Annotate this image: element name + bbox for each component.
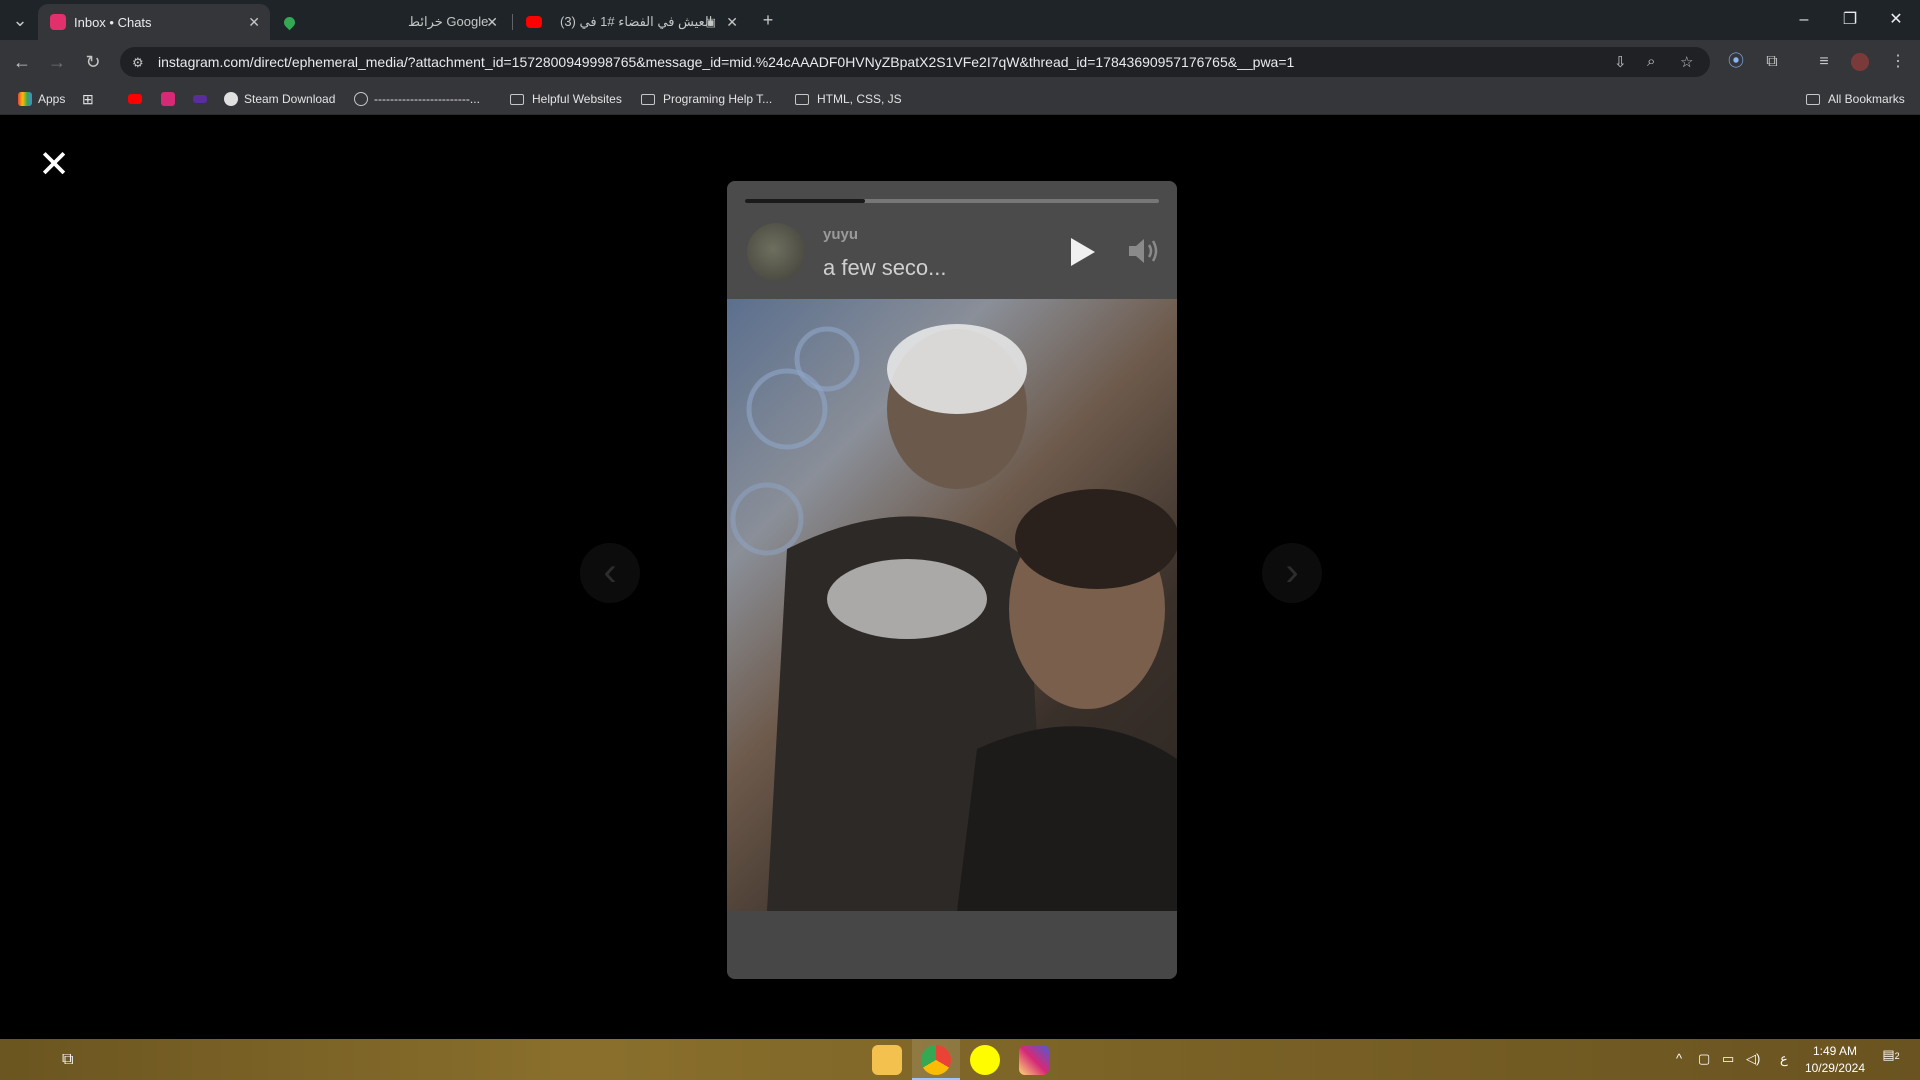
play-icon[interactable] [1071,238,1095,266]
bookmark-folder-html[interactable]: HTML, CSS, JS [795,90,902,108]
grid-icon: ⊞ [82,90,94,107]
bookmark-folder-programing[interactable]: Programing Help T... [641,90,772,108]
youtube-icon [128,94,142,104]
clock[interactable]: 1:49 AM 10/29/2024 [1805,1043,1865,1077]
tab-youtube[interactable]: (3) العيش في الفضاء #1 في ▣ ✕ [514,4,748,40]
picture-in-picture-icon: ▣ [705,16,716,29]
story-viewer: ✕ ‹ › yuyu a few seco... [0,115,1920,1039]
site-info-icon[interactable]: ⚙ [132,55,144,71]
minimize-button[interactable]: – [1792,8,1816,32]
bookmark-star-icon[interactable]: ☆ [1680,53,1693,71]
language-indicator[interactable]: ع [1780,1051,1788,1067]
notification-count: 2 [1894,1051,1900,1061]
file-explorer-icon[interactable] [872,1045,902,1075]
zoom-icon[interactable]: ⌕ [1647,53,1655,70]
bookmark-youtube[interactable] [128,90,148,108]
install-app-icon[interactable]: ⇩ [1614,53,1627,71]
web-icon [193,95,207,103]
clock-time: 1:49 AM [1812,1044,1857,1058]
bookmark-dashes[interactable]: ------------------------... [354,90,480,108]
apps-grid-icon [18,92,32,106]
volume-icon[interactable]: ◁) [1746,1051,1760,1067]
bookmark-label: HTML, CSS, JS [817,92,902,106]
tab-title: (3) العيش في الفضاء #1 في [560,14,713,29]
tab-search-button[interactable]: ⌄ [8,8,32,32]
more-menu-icon[interactable]: ⋮ [1886,50,1910,74]
reload-button[interactable]: ↻ [81,50,105,74]
story-footer [727,911,1177,979]
folder-icon [795,93,809,105]
bookmark-web[interactable] [193,90,213,108]
next-story-button[interactable]: › [1262,543,1322,603]
avatar[interactable] [747,223,805,281]
youtube-icon [526,16,542,28]
close-window-button[interactable]: ✕ [1884,8,1908,32]
maps-icon [281,14,298,30]
taskbar: ⧉ ^ ▢ ▭ ◁) ع 1:49 AM 10/29/2024 ▤2 [0,1039,1920,1080]
media-control-icon[interactable]: ≡ [1812,50,1836,74]
meet-now-icon[interactable]: ▢ [1698,1051,1710,1067]
bookmark-label: ------------------------... [374,92,480,106]
tab-title: خرائط Google [408,14,489,29]
bookmark-steam[interactable]: Steam Download [224,90,335,108]
tab-maps-pin[interactable] [272,4,312,40]
folder-icon [641,93,655,105]
clock-date: 10/29/2024 [1804,1061,1865,1075]
bookmark-instagram[interactable] [161,90,181,108]
story-photo[interactable] [727,299,1177,911]
folder-icon [1806,93,1820,105]
speaker-icon[interactable] [1125,233,1161,269]
task-view-icon[interactable]: ⧉ [62,1051,73,1069]
tab-google-maps[interactable]: خرائط Google ✕ [312,4,508,40]
tab-strip: ⌄ Inbox • Chats ✕ خرائط Google ✕ (3) الع… [0,0,1920,40]
story-photo-art [730,324,1177,911]
notification-center-icon[interactable]: ▤2 [1880,1047,1902,1069]
instagram-taskbar-icon[interactable] [1019,1045,1049,1075]
story-progress-fill [745,199,866,203]
back-button[interactable]: ← [10,50,34,74]
bookmark-folder-helpful[interactable]: Helpful Websites [510,90,622,108]
tray-expand-icon[interactable]: ^ [1676,1051,1682,1066]
browser-toolbar: ← → ↻ ⚙ instagram.com/direct/ephemeral_m… [0,40,1920,84]
bookmark-label: Programing Help T... [663,92,773,106]
bookmark-apps[interactable]: Apps [18,90,65,108]
new-tab-button[interactable]: + [756,8,780,32]
network-icon[interactable]: ▭ [1722,1051,1734,1067]
bookmark-label: Steam Download [244,92,336,106]
tab-inbox[interactable]: Inbox • Chats ✕ [38,4,270,40]
instagram-icon [50,14,66,30]
close-viewer-button[interactable]: ✕ [34,145,74,185]
story-progress-bar [745,199,1159,203]
tab-separator [512,14,513,30]
folder-icon [510,93,524,105]
globe-icon [354,92,368,106]
bookmark-label: Helpful Websites [532,92,622,106]
forward-button[interactable]: → [45,50,69,74]
tab-close-icon[interactable]: ✕ [726,14,738,31]
url-text: instagram.com/direct/ephemeral_media/?at… [158,54,1295,70]
story-username[interactable]: yuyu [823,226,858,243]
extension-active-icon[interactable]: ⦿ [1724,50,1748,74]
bookmark-label: All Bookmarks [1828,92,1905,106]
bookmark-all[interactable]: All Bookmarks [1806,90,1905,108]
extensions-puzzle-icon[interactable]: ⧉ [1760,50,1784,74]
snapchat-icon[interactable] [970,1045,1000,1075]
bookmark-label: Apps [38,92,66,106]
tab-title: Inbox • Chats [74,14,152,30]
steam-icon [224,92,238,106]
instagram-icon [161,92,175,106]
tab-close-icon[interactable]: ✕ [248,14,260,31]
tab-close-icon[interactable]: ✕ [486,14,498,31]
story-time: a few seco... [823,255,947,280]
address-bar[interactable]: ⚙ instagram.com/direct/ephemeral_media/?… [120,47,1710,77]
bookmark-tab-groups[interactable]: ⊞ [82,90,94,108]
profile-avatar[interactable] [1848,50,1872,74]
restore-button[interactable]: ❐ [1838,8,1862,32]
chrome-icon[interactable] [921,1045,951,1075]
story-card: yuyu a few seco... [727,181,1177,979]
previous-story-button[interactable]: ‹ [580,543,640,603]
bookmarks-bar: Apps ⊞ Steam Download ------------------… [0,84,1920,115]
